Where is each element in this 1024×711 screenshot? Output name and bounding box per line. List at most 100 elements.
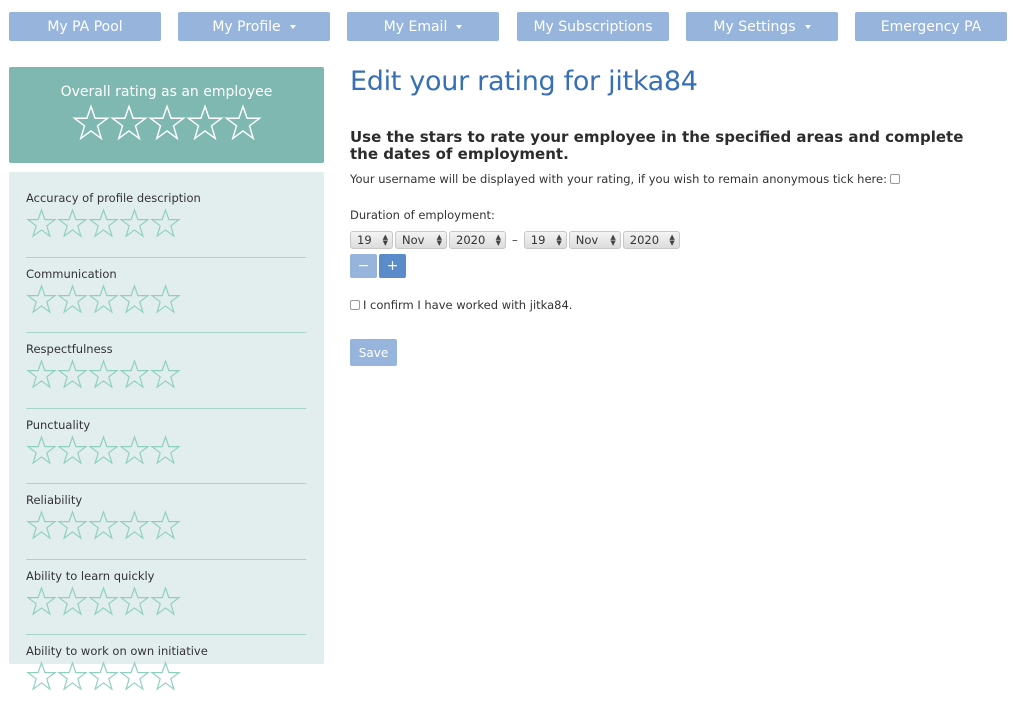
- criterion-star-rating[interactable]: [26, 434, 306, 466]
- star-icon[interactable]: [57, 585, 88, 617]
- select-arrows-icon: ▲ ▼: [669, 233, 675, 247]
- select-arrows-icon: ▲ ▼: [495, 233, 501, 247]
- period-buttons: − +: [350, 254, 406, 278]
- star-icon[interactable]: [71, 104, 110, 142]
- select-value: 2020: [456, 233, 486, 247]
- caret-down-icon: [289, 24, 296, 29]
- criterion-label: Communication: [26, 266, 117, 281]
- star-icon[interactable]: [150, 585, 181, 617]
- star-icon[interactable]: [57, 359, 88, 390]
- star-icon[interactable]: [119, 661, 150, 692]
- star-icon[interactable]: [26, 510, 57, 541]
- criterion-star-rating[interactable]: [26, 585, 306, 617]
- star-icon[interactable]: [109, 104, 148, 142]
- end-day-select[interactable]: 19 ▲ ▼: [523, 231, 567, 249]
- start-month-select[interactable]: Nov ▲ ▼: [395, 231, 447, 249]
- star-icon[interactable]: [57, 434, 88, 466]
- star-icon[interactable]: [119, 585, 150, 617]
- star-icon[interactable]: [57, 510, 88, 541]
- star-icon[interactable]: [26, 208, 57, 239]
- star-icon[interactable]: [119, 434, 150, 466]
- star-icon[interactable]: [88, 208, 119, 239]
- star-icon[interactable]: [88, 283, 119, 315]
- criterion-item: Reliability: [26, 492, 306, 560]
- nav-label: My PA Pool: [47, 18, 123, 35]
- criterion-label: Punctuality: [26, 417, 91, 432]
- top-nav: My PA Pool My Profile My Email My Subscr…: [9, 12, 1024, 41]
- criterion-star-rating[interactable]: [26, 510, 306, 541]
- anonymous-checkbox[interactable]: [889, 174, 900, 184]
- nav-label: Emergency PA: [880, 18, 982, 35]
- page-title: Edit your rating for jitka84: [350, 66, 698, 97]
- star-icon[interactable]: [119, 283, 150, 315]
- criterion-label: Reliability: [26, 493, 83, 507]
- overall-rating-panel: Overall rating as an employee: [9, 67, 324, 163]
- star-icon[interactable]: [88, 434, 119, 466]
- end-year-select[interactable]: 2020 ▲ ▼: [622, 231, 680, 249]
- star-icon[interactable]: [57, 661, 88, 692]
- star-icon[interactable]: [150, 359, 181, 390]
- star-icon[interactable]: [150, 283, 181, 315]
- add-period-button[interactable]: +: [379, 254, 406, 278]
- start-year-select[interactable]: 2020 ▲ ▼: [449, 231, 506, 249]
- criterion-item: Accuracy of profile description: [26, 190, 306, 258]
- caret-down-icon: [456, 24, 463, 29]
- star-icon[interactable]: [88, 510, 119, 541]
- criterion-star-rating[interactable]: [26, 359, 306, 390]
- end-month-select[interactable]: Nov ▲ ▼: [568, 231, 621, 249]
- star-icon[interactable]: [57, 208, 88, 239]
- star-icon[interactable]: [119, 208, 150, 239]
- confirm-checkbox[interactable]: [350, 300, 360, 310]
- nav-my-email[interactable]: My Email: [347, 12, 499, 41]
- instructions-heading: Use the stars to rate your employee in t…: [350, 128, 964, 163]
- select-arrows-icon: ▲ ▼: [436, 233, 442, 247]
- criterion-item: Respectfulness: [26, 341, 306, 409]
- start-day-select[interactable]: 19 ▲ ▼: [350, 231, 393, 249]
- star-icon[interactable]: [223, 104, 262, 142]
- star-icon[interactable]: [88, 359, 119, 390]
- star-icon[interactable]: [119, 510, 150, 541]
- criterion-item: Ability to learn quickly: [26, 568, 306, 635]
- nav-label: My Profile: [212, 18, 281, 35]
- star-icon[interactable]: [26, 661, 57, 692]
- save-button[interactable]: Save: [350, 339, 397, 366]
- nav-label: My Subscriptions: [533, 18, 653, 35]
- date-separator: –: [512, 233, 518, 247]
- overall-star-rating[interactable]: [9, 104, 324, 142]
- star-icon[interactable]: [26, 585, 57, 617]
- nav-my-settings[interactable]: My Settings: [686, 12, 838, 41]
- star-icon[interactable]: [26, 359, 57, 390]
- star-icon[interactable]: [150, 510, 181, 541]
- star-icon[interactable]: [150, 661, 181, 692]
- star-icon[interactable]: [150, 434, 181, 466]
- criterion-star-rating[interactable]: [26, 208, 306, 239]
- criterion-star-rating[interactable]: [26, 661, 306, 692]
- nav-label: My Email: [383, 18, 448, 35]
- caret-down-icon: [804, 24, 811, 29]
- nav-label: My Settings: [713, 18, 796, 35]
- star-icon[interactable]: [88, 585, 119, 617]
- star-icon[interactable]: [88, 661, 119, 692]
- star-icon[interactable]: [26, 434, 57, 466]
- star-icon[interactable]: [147, 104, 186, 142]
- star-icon[interactable]: [26, 283, 57, 315]
- criteria-ratings-panel: Accuracy of profile description Communica…: [9, 172, 324, 691]
- criterion-item: Punctuality: [26, 417, 306, 484]
- star-icon[interactable]: [150, 208, 181, 239]
- nav-my-subscriptions[interactable]: My Subscriptions: [517, 12, 669, 41]
- criterion-label: Ability to work on own initiative: [26, 644, 208, 658]
- confirm-label: I confirm I have worked with jitka84.: [363, 298, 573, 312]
- nav-my-profile[interactable]: My Profile: [178, 12, 330, 41]
- criterion-item: Ability to work on own initiative: [26, 643, 306, 711]
- star-icon[interactable]: [57, 283, 88, 315]
- select-arrows-icon: ▲ ▼: [382, 233, 388, 247]
- nav-emergency-pa[interactable]: Emergency PA: [855, 12, 1007, 41]
- nav-my-pa-pool[interactable]: My PA Pool: [9, 12, 161, 41]
- remove-period-button[interactable]: −: [350, 254, 377, 278]
- star-icon[interactable]: [185, 104, 224, 142]
- criterion-label: Respectfulness: [26, 342, 113, 356]
- star-icon[interactable]: [119, 359, 150, 390]
- confirm-row: I confirm I have worked with jitka84.: [350, 298, 572, 312]
- criterion-star-rating[interactable]: [26, 283, 306, 315]
- date-range: 19 ▲ ▼ Nov ▲ ▼ 2020 ▲ ▼ – 19 ▲ ▼ Nov ▲ ▼ 2020 ▲ ▼: [350, 231, 680, 249]
